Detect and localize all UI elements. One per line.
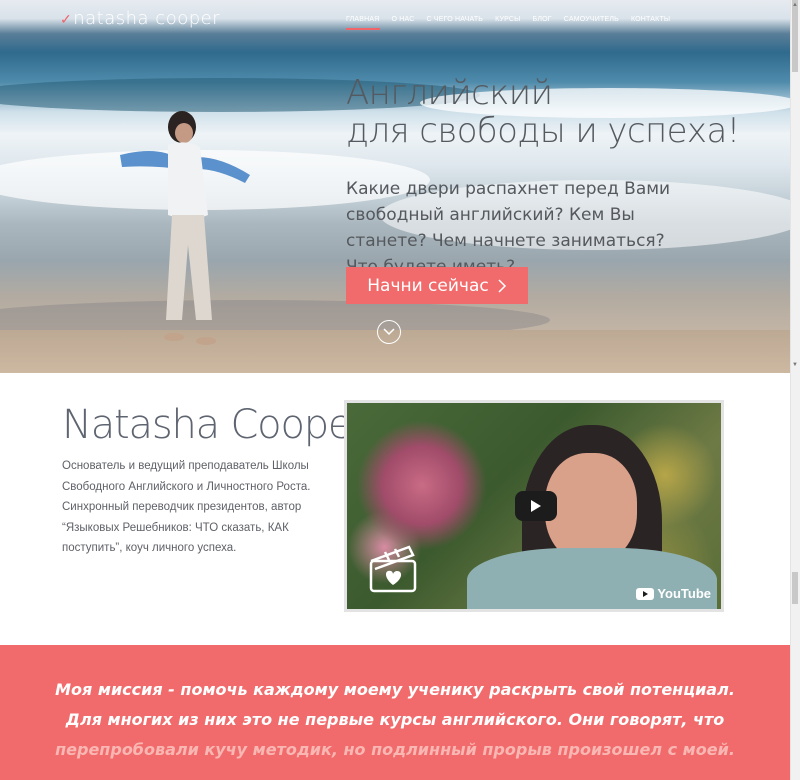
author-name: Natasha Cooper — [62, 402, 368, 448]
scroll-up-arrow-icon[interactable]: ▲ — [792, 2, 798, 8]
site-logo[interactable]: ✓natasha cooper — [60, 8, 220, 29]
woman-on-beach-image — [120, 111, 250, 345]
nav-item-selfstudy[interactable]: САМОУЧИТЕЛЬ — [564, 16, 619, 30]
hero-title-line1: Английский — [346, 73, 553, 113]
nav-item-blog[interactable]: БЛОГ — [533, 16, 552, 30]
scroll-down-arrow-icon[interactable]: ▼ — [792, 362, 798, 368]
nav-item-start[interactable]: С ЧЕГО НАЧАТЬ — [427, 16, 484, 30]
chevron-down-icon — [383, 328, 395, 336]
nav-item-courses[interactable]: КУРСЫ — [495, 16, 520, 30]
scroll-down-button[interactable] — [377, 320, 401, 344]
scrollbar-thumb-secondary[interactable] — [792, 572, 798, 604]
start-now-button[interactable]: Начни сейчас — [346, 267, 528, 304]
mission-line-3: перепробовали кучу методик, но подлинный… — [55, 740, 735, 759]
page: ✓natasha cooper ГЛАВНАЯ О НАС С ЧЕГО НАЧ… — [0, 0, 800, 780]
youtube-logo[interactable]: YouTube — [636, 586, 711, 601]
main-nav: ГЛАВНАЯ О НАС С ЧЕГО НАЧАТЬ КУРСЫ БЛОГ С… — [346, 16, 670, 30]
mission-line-1: Моя миссия - помочь каждому моему ученик… — [55, 680, 735, 699]
logo-text: natasha cooper — [73, 8, 221, 29]
hero-subtitle: Какие двери распахнет перед Вами свободн… — [346, 179, 671, 277]
hero-title-line2: для свободы и успеха! — [346, 111, 740, 151]
nav-item-about[interactable]: О НАС — [392, 16, 415, 30]
scrollbar-track[interactable] — [790, 0, 800, 780]
author-bio: Основатель и ведущий преподаватель Школы… — [62, 460, 311, 554]
video-play-button[interactable] — [515, 491, 557, 521]
nav-item-home[interactable]: ГЛАВНАЯ — [346, 16, 380, 30]
video-person-face — [545, 453, 637, 563]
video-person-shawl — [467, 548, 717, 609]
nav-item-contacts[interactable]: КОНТАКТЫ — [631, 16, 670, 30]
mission-line-2: Для многих из них это не первые курсы ан… — [65, 710, 725, 729]
logo-check-icon: ✓ — [60, 12, 73, 28]
scrollbar-thumb[interactable] — [792, 0, 798, 72]
youtube-icon — [636, 587, 655, 600]
hero-section: ✓natasha cooper ГЛАВНАЯ О НАС С ЧЕГО НАЧ… — [0, 0, 790, 373]
clapperboard-heart-icon — [369, 545, 417, 593]
hero-title: Английский для свободы и успеха! — [346, 74, 740, 150]
youtube-label: YouTube — [657, 586, 711, 601]
youtube-video[interactable]: YouTube — [344, 400, 724, 612]
start-now-label: Начни сейчас — [367, 275, 489, 296]
chevron-right-icon — [498, 278, 506, 293]
play-icon — [531, 500, 541, 512]
